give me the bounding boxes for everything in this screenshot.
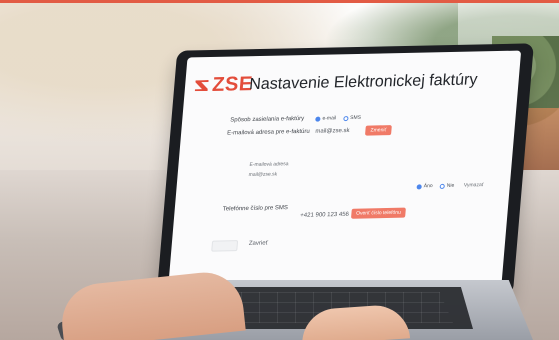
phone-label: Telefónne číslo pre SMS (222, 205, 289, 213)
method-email-label: e-mail (322, 115, 337, 122)
disabled-input (211, 240, 239, 252)
browser-window: ZSE Nastavenie Elektronickej faktúry Spô… (167, 50, 522, 292)
delete-link[interactable]: Vymazať (464, 182, 484, 188)
method-email-option[interactable]: e-mail (315, 115, 337, 122)
choice-yes-label: Áno (423, 183, 433, 190)
choice-no-option[interactable]: Nie (439, 183, 454, 189)
change-email-button[interactable]: Zmeniť (364, 125, 392, 136)
brand-logo: ZSE (194, 73, 254, 97)
method-sms-label: SMS (349, 114, 362, 121)
method-radio-group[interactable]: e-mail SMS (315, 115, 361, 122)
radio-email-icon[interactable] (315, 116, 321, 122)
email-section-value: mail@zse.sk (248, 171, 278, 178)
radio-sms-icon[interactable] (342, 115, 349, 121)
choice-no-icon[interactable] (439, 183, 445, 189)
verify-phone-button[interactable]: Overiť číslo telefónu (350, 207, 406, 219)
zse-logo-mark-icon (195, 80, 209, 91)
choice-yes-icon[interactable] (416, 183, 422, 189)
email-label: E-mailová adresa pre e-faktúru (226, 128, 310, 137)
email-choice-group[interactable]: Áno Nie (416, 183, 454, 190)
choice-yes-option[interactable]: Áno (416, 183, 433, 190)
method-sms-option[interactable]: SMS (342, 114, 362, 121)
method-label: Spôsob zasielania e-faktúry (229, 115, 305, 124)
phone-value[interactable]: +421 900 123 456 (300, 212, 349, 219)
choice-no-label: Nie (446, 182, 455, 189)
top-accent-strip (0, 0, 559, 3)
email-value[interactable]: mail@zse.sk (315, 128, 350, 135)
email-section-label: E-mailová adresa (249, 161, 289, 169)
brand-text: ZSE (211, 73, 254, 96)
page-title: Nastavenie Elektronickej faktúry (248, 71, 479, 94)
photo-scene: ZSE Nastavenie Elektronickej faktúry Spô… (0, 0, 559, 340)
close-link[interactable]: Zavrieť (249, 240, 268, 246)
